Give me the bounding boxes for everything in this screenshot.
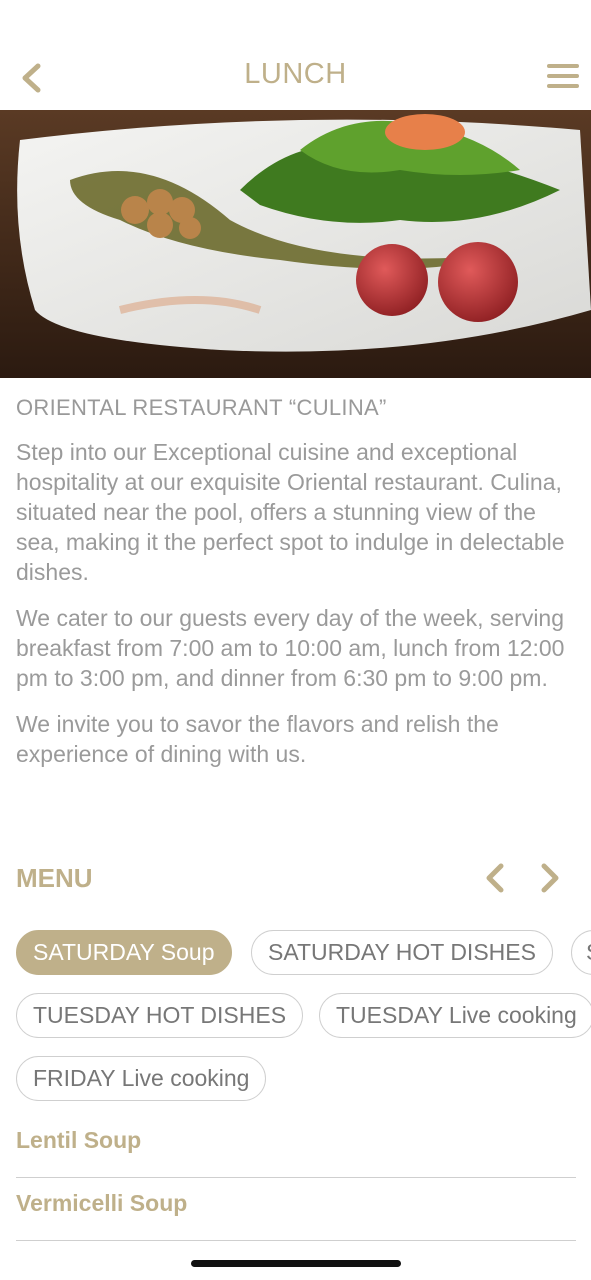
list-item[interactable]: Vermicelli Soup — [16, 1178, 576, 1241]
chip-row: SATURDAY Soup SATURDAY HOT DISHES S — [16, 930, 591, 977]
invite-paragraph: We invite you to savor the flavors and r… — [16, 711, 499, 767]
chevron-right-icon — [541, 863, 559, 893]
menu-category-chips: SATURDAY Soup SATURDAY HOT DISHES S TUES… — [16, 930, 591, 1119]
menu-label: MENU — [16, 863, 93, 893]
chevron-left-icon — [486, 863, 504, 893]
chip-tuesday-live-cooking[interactable]: TUESDAY Live cooking — [319, 993, 591, 1038]
chip-friday-live-cooking[interactable]: FRIDAY Live cooking — [16, 1056, 267, 1101]
chip-saturday-soup[interactable]: SATURDAY Soup — [16, 930, 232, 975]
hamburger-menu-button[interactable] — [547, 64, 579, 94]
food-photo — [0, 110, 591, 378]
home-indicator[interactable] — [191, 1260, 401, 1267]
hamburger-menu-icon — [547, 64, 579, 68]
description-paragraph: Step into our Exceptional cuisine and ex… — [16, 439, 565, 585]
restaurant-description: ORIENTAL RESTAURANT “CULINA” Step into o… — [16, 395, 576, 785]
menu-item-list: Lentil Soup Vermicelli Soup — [16, 1115, 576, 1241]
chip-partial[interactable]: S — [571, 930, 591, 975]
menu-prev-button[interactable] — [481, 860, 511, 896]
menu-header: MENU — [16, 860, 576, 900]
hero-image — [0, 110, 591, 378]
list-item[interactable]: Lentil Soup — [16, 1115, 576, 1178]
chip-row: FRIDAY Live cooking — [16, 1056, 591, 1103]
restaurant-title: ORIENTAL RESTAURANT “CULINA” — [16, 395, 387, 420]
page-title: LUNCH — [244, 58, 347, 90]
chip-saturday-hot-dishes[interactable]: SATURDAY HOT DISHES — [251, 930, 553, 975]
hours-paragraph: We cater to our guests every day of the … — [16, 605, 565, 691]
app-header: LUNCH — [0, 0, 591, 110]
chip-tuesday-hot-dishes[interactable]: TUESDAY HOT DISHES — [16, 993, 304, 1038]
chip-row: TUESDAY HOT DISHES TUESDAY Live cooking — [16, 993, 591, 1040]
menu-next-button[interactable] — [534, 860, 564, 896]
